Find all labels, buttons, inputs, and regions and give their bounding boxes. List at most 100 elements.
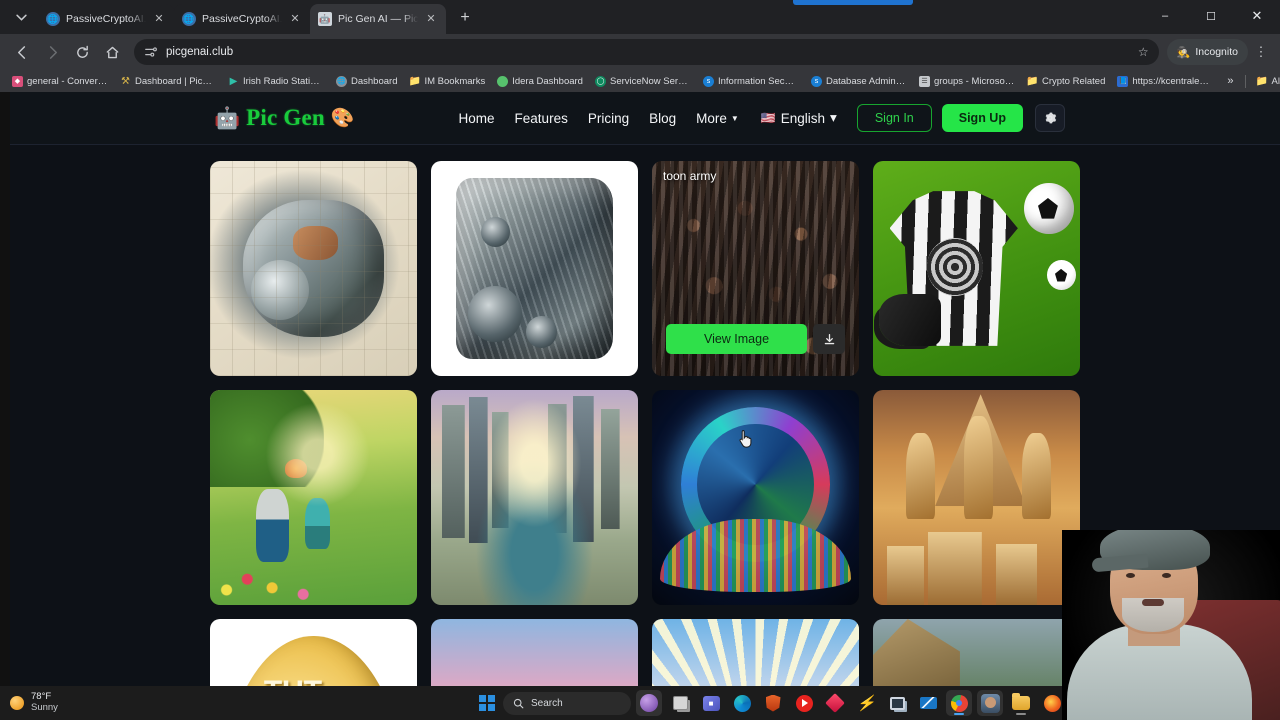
site-header: 🤖 Pic Gen 🎨 Home Features Pricing Blog M… [0, 92, 1280, 145]
bookmark-item[interactable]: ◯ServiceNow Service... [589, 74, 697, 89]
palette-icon: 🎨 [330, 107, 355, 129]
kebab-menu-icon[interactable]: ⋮ [1250, 39, 1272, 65]
gallery-card[interactable] [652, 390, 859, 605]
reload-icon[interactable] [68, 38, 96, 66]
browser-tab-active[interactable]: 🤖 Pic Gen AI — Pic Gen AI-Powere ✕ [310, 4, 446, 34]
bookmark-item[interactable]: Idera Dashboard [491, 74, 589, 89]
star-icon[interactable]: ☆ [1138, 45, 1149, 59]
incognito-icon: 🕵 [1176, 46, 1191, 59]
diamond-app-icon[interactable] [822, 690, 848, 716]
close-icon[interactable]: ✕ [152, 12, 166, 26]
generated-image [210, 390, 417, 605]
bookmarks-bar: ◆ general - Convertri... ⚒ Dashboard | Pic… [0, 70, 1280, 92]
maximize-button[interactable]: ☐ [1188, 0, 1234, 32]
gallery-card[interactable] [210, 390, 417, 605]
screen-capture-icon[interactable] [884, 690, 910, 716]
lightning-app-icon[interactable]: ⚡ [853, 690, 879, 716]
gallery-card[interactable] [873, 390, 1080, 605]
sign-in-button[interactable]: Sign In [856, 104, 932, 132]
presenter-webcam [1062, 530, 1280, 720]
gallery-card[interactable]: TUT [210, 619, 417, 686]
all-bookmarks-button[interactable]: 📁 All Bookmarks [1250, 74, 1280, 89]
nav-label: Features [514, 110, 568, 126]
gallery-card[interactable] [873, 619, 1080, 686]
back-icon[interactable] [8, 38, 36, 66]
bookmark-item[interactable]: s Information Securit... [697, 74, 805, 89]
tune-icon[interactable] [144, 45, 158, 59]
window-drag-highlight [793, 0, 913, 5]
bookmark-item[interactable]: 📁 IM Bookmarks [403, 74, 491, 89]
nav-item-home[interactable]: Home [459, 111, 495, 126]
page-left-gutter [0, 92, 10, 686]
gallery-card[interactable] [431, 390, 638, 605]
bookmark-item[interactable]: s Database Administr... [805, 74, 913, 89]
browser-tab[interactable]: 🌐 PassiveCryptoAI.com ✕ [174, 4, 310, 34]
brave-browser-icon[interactable] [760, 690, 786, 716]
file-explorer-icon[interactable] [1008, 690, 1034, 716]
bookmark-item[interactable]: 📁 Crypto Related [1021, 74, 1111, 89]
user-avatar-icon[interactable] [977, 690, 1003, 716]
tab-title: PassiveCryptoAI.com [66, 13, 146, 25]
home-icon[interactable] [98, 38, 126, 66]
robot-icon: 🤖 [214, 106, 241, 130]
bookmark-label: general - Convertri... [27, 75, 108, 87]
nav-item-pricing[interactable]: Pricing [588, 111, 629, 126]
language-selector[interactable]: 🇺🇸 English ▾ [761, 110, 837, 126]
gallery-card[interactable] [210, 161, 417, 376]
sign-up-button[interactable]: Sign Up [941, 104, 1023, 132]
nav-item-blog[interactable]: Blog [649, 111, 676, 126]
view-image-button[interactable]: View Image [666, 324, 807, 354]
microsoft-edge-icon[interactable] [729, 690, 755, 716]
site-logo[interactable]: 🤖 Pic Gen 🎨 [214, 105, 355, 131]
list-icon: ☰ [918, 75, 930, 87]
generated-image [431, 619, 638, 686]
gallery-card[interactable] [652, 619, 859, 686]
google-chrome-icon[interactable] [946, 690, 972, 716]
book-icon: 📘 [1117, 75, 1129, 87]
globe-icon: 🌐 [336, 75, 347, 87]
bookmark-item[interactable]: 📘https://kcentralext.u... [1111, 74, 1219, 89]
language-label: English [780, 110, 826, 126]
close-window-button[interactable]: ✕ [1234, 0, 1280, 32]
nav-label: More [696, 110, 727, 126]
teams-icon[interactable]: ■ [698, 690, 724, 716]
windows-start-icon[interactable] [476, 692, 498, 714]
search-icon [513, 698, 524, 709]
bookmark-item[interactable]: ⚒ Dashboard | Pickaxe [114, 74, 222, 89]
gallery-card[interactable] [873, 161, 1080, 376]
browser-toolbar: picgenai.club ☆ 🕵 Incognito ⋮ [0, 34, 1280, 70]
bookmark-item[interactable]: ▶ Irish Radio Station f... [222, 74, 330, 89]
play-icon: ▶ [229, 75, 238, 87]
bookmarks-overflow-icon[interactable]: » [1219, 75, 1241, 87]
tab-search-icon[interactable] [8, 4, 34, 30]
nav-item-more[interactable]: More ▼ [696, 111, 739, 126]
taskbar-search-box[interactable]: Search [503, 691, 631, 715]
screen: 🌐 PassiveCryptoAI.com ✕ 🌐 PassiveCryptoA… [0, 0, 1280, 720]
task-view-icon[interactable] [667, 690, 693, 716]
close-icon[interactable]: ✕ [424, 12, 438, 26]
mail-icon[interactable] [915, 690, 941, 716]
close-icon[interactable]: ✕ [288, 12, 302, 26]
grapes-app-icon[interactable] [636, 690, 662, 716]
incognito-indicator[interactable]: 🕵 Incognito [1166, 39, 1248, 65]
address-bar[interactable]: picgenai.club ☆ [134, 39, 1159, 65]
incognito-label: Incognito [1195, 46, 1238, 58]
gallery-card[interactable] [431, 161, 638, 376]
bookmark-item[interactable]: ☰ groups - Microsoft... [913, 74, 1021, 89]
bookmark-item[interactable]: 🌐 Dashboard [330, 74, 403, 89]
minimize-button[interactable]: – [1142, 0, 1188, 32]
gallery-card[interactable] [431, 619, 638, 686]
youtube-icon[interactable] [791, 690, 817, 716]
nav-item-features[interactable]: Features [515, 111, 568, 126]
browser-tab[interactable]: 🌐 PassiveCryptoAI.com ✕ [38, 4, 175, 34]
generated-image [652, 619, 859, 686]
bookmark-item[interactable]: ◆ general - Convertri... [6, 74, 114, 89]
bookmark-label: ServiceNow Service... [609, 75, 691, 87]
generated-image [431, 390, 638, 605]
forward-icon[interactable] [38, 38, 66, 66]
gear-icon[interactable] [1034, 104, 1065, 132]
image-caption: toon army [663, 169, 717, 183]
download-icon[interactable] [813, 324, 845, 354]
gallery-card-hovered[interactable]: toon army View Image [652, 161, 859, 376]
new-tab-button[interactable]: + [452, 5, 478, 31]
